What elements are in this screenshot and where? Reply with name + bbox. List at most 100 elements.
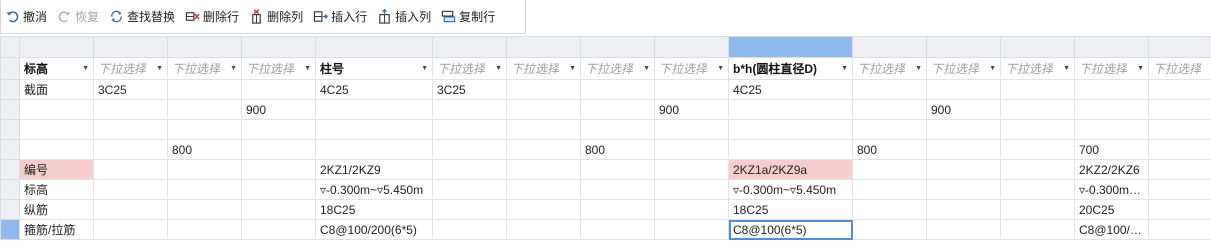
row-header[interactable] (0, 179, 20, 200)
dropdown-arrow-icon[interactable]: ▼ (717, 60, 724, 78)
grid-cell[interactable]: 2KZ2/2KZ6 (1074, 159, 1149, 180)
corner-cell[interactable] (0, 36, 20, 58)
grid-cell[interactable] (654, 139, 729, 160)
grid-cell[interactable] (19, 139, 94, 160)
grid-cell[interactable] (315, 99, 433, 120)
grid-cell[interactable] (1148, 219, 1211, 240)
delete-row-button[interactable]: 删除行 (185, 4, 239, 30)
header-cell[interactable]: 下拉选择▼ (167, 57, 242, 80)
grid-cell[interactable]: 2KZ1/2KZ9 (315, 159, 433, 180)
grid-cell[interactable] (241, 179, 316, 200)
dropdown-arrow-icon[interactable]: ▼ (304, 60, 311, 78)
grid-cell[interactable] (1148, 139, 1211, 160)
column-header[interactable] (1000, 36, 1075, 58)
grid-cell[interactable] (852, 79, 927, 100)
grid-cell[interactable] (852, 199, 927, 220)
dropdown-arrow-icon[interactable]: ▼ (569, 60, 576, 78)
grid-cell[interactable]: C8@100(6*5) (728, 219, 853, 240)
grid-cell[interactable] (19, 119, 94, 140)
grid-cell[interactable]: 700 (1074, 139, 1149, 160)
grid-cell[interactable] (241, 139, 316, 160)
row-header[interactable] (0, 119, 20, 140)
grid-cell[interactable]: 800 (852, 139, 927, 160)
header-cell[interactable]: 下拉选择▼ (926, 57, 1001, 80)
grid-cell[interactable]: 18C25 (315, 199, 433, 220)
grid-cell[interactable] (93, 99, 168, 120)
grid-cell[interactable] (432, 179, 507, 200)
row-header[interactable] (0, 159, 20, 180)
grid-cell[interactable] (654, 199, 729, 220)
grid-cell[interactable] (241, 219, 316, 240)
redo-button[interactable]: 恢复 (57, 4, 99, 30)
dropdown-arrow-icon[interactable]: ▼ (915, 60, 922, 78)
grid-cell[interactable]: 4C25 (315, 79, 433, 100)
grid-cell[interactable] (506, 179, 581, 200)
grid-cell[interactable] (93, 139, 168, 160)
grid-cell[interactable] (1000, 99, 1075, 120)
undo-button[interactable]: 撤消 (5, 4, 47, 30)
grid-cell[interactable] (1148, 199, 1211, 220)
dropdown-arrow-icon[interactable]: ▼ (82, 60, 89, 78)
header-cell[interactable]: 下拉选择▼ (432, 57, 507, 80)
grid-cell[interactable]: ▿-0.300m~▿5.450m (728, 179, 853, 200)
grid-cell[interactable]: C8@100/200(6*5) (315, 219, 433, 240)
column-header[interactable] (19, 36, 94, 58)
header-cell[interactable]: 下拉选择▼ (1148, 57, 1211, 80)
grid-cell[interactable] (241, 119, 316, 140)
grid-cell[interactable] (506, 159, 581, 180)
header-cell[interactable]: 下拉选择▼ (852, 57, 927, 80)
insert-column-button[interactable]: 插入列 (377, 4, 431, 30)
grid-cell[interactable] (19, 99, 94, 120)
grid-cell[interactable] (506, 79, 581, 100)
copy-row-button[interactable]: 复制行 (441, 4, 495, 30)
grid-cell[interactable] (580, 219, 655, 240)
grid-cell[interactable] (432, 99, 507, 120)
header-cell[interactable]: 下拉选择▼ (1074, 57, 1149, 80)
row-header[interactable] (0, 79, 20, 100)
grid-cell[interactable]: 18C25 (728, 199, 853, 220)
dropdown-arrow-icon[interactable]: ▼ (989, 60, 996, 78)
column-header[interactable] (241, 36, 316, 58)
grid-cell[interactable]: 800 (580, 139, 655, 160)
grid-cell[interactable] (506, 119, 581, 140)
column-header[interactable] (1148, 36, 1211, 58)
grid-cell[interactable] (1148, 159, 1211, 180)
grid-cell[interactable] (432, 119, 507, 140)
column-header[interactable] (432, 36, 507, 58)
grid-cell[interactable] (728, 139, 853, 160)
grid-cell[interactable] (93, 199, 168, 220)
grid-cell[interactable] (852, 119, 927, 140)
grid-cell[interactable] (167, 199, 242, 220)
grid-cell[interactable] (580, 199, 655, 220)
grid-cell[interactable]: 箍筋/拉筋 (19, 219, 94, 240)
dropdown-arrow-icon[interactable]: ▼ (156, 60, 163, 78)
grid-cell[interactable] (926, 179, 1001, 200)
grid-cell[interactable] (432, 139, 507, 160)
grid-cell[interactable] (654, 159, 729, 180)
grid-cell[interactable]: ▿-0.300m~▿5.450m (315, 179, 433, 200)
row-header[interactable] (0, 139, 20, 160)
grid-cell[interactable] (93, 219, 168, 240)
grid-cell[interactable] (241, 159, 316, 180)
find-replace-button[interactable]: 查找替换 (109, 4, 175, 30)
header-cell[interactable]: 下拉选择▼ (1000, 57, 1075, 80)
column-header[interactable] (506, 36, 581, 58)
grid-cell[interactable] (167, 119, 242, 140)
header-cell[interactable]: 下拉选择▼ (241, 57, 316, 80)
grid-cell[interactable] (926, 219, 1001, 240)
insert-row-button[interactable]: 插入行 (313, 4, 367, 30)
grid-cell[interactable] (1148, 99, 1211, 120)
dropdown-arrow-icon[interactable]: ▼ (841, 60, 848, 78)
grid-cell[interactable] (852, 159, 927, 180)
dropdown-arrow-icon[interactable]: ▼ (230, 60, 237, 78)
grid-cell[interactable]: 900 (654, 99, 729, 120)
grid-cell[interactable] (654, 79, 729, 100)
grid-cell[interactable] (1074, 99, 1149, 120)
grid-cell[interactable] (93, 119, 168, 140)
column-header[interactable] (926, 36, 1001, 58)
grid-cell[interactable] (506, 219, 581, 240)
header-cell[interactable]: 标高 ▼ (19, 57, 94, 80)
column-header[interactable] (728, 36, 853, 58)
header-cell[interactable]: 下拉选择▼ (506, 57, 581, 80)
grid-cell[interactable] (580, 79, 655, 100)
